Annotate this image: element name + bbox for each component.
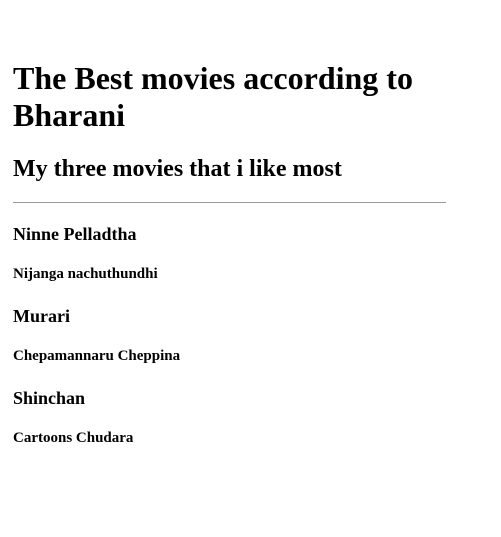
- movie-title: Shinchan: [13, 388, 86, 408]
- movie-title: Ninne Pelladtha: [13, 224, 137, 244]
- movie-comment: Cartoons Chudara: [13, 430, 134, 446]
- page-title: The Best movies according to Bharani: [13, 60, 413, 133]
- divider: [13, 202, 446, 203]
- page-content: The Best movies according to Bharani My …: [0, 0, 501, 537]
- movie-item: Murari Chepamannaru Cheppina: [13, 304, 453, 386]
- movie-list: Ninne Pelladtha Nijanga nachuthundhi Mur…: [13, 222, 453, 468]
- movie-title: Murari: [13, 306, 70, 326]
- page-subtitle: My three movies that i like most: [13, 156, 342, 182]
- movie-comment: Chepamannaru Cheppina: [13, 348, 181, 364]
- movie-item: Shinchan Cartoons Chudara: [13, 386, 453, 468]
- movie-comment: Nijanga nachuthundhi: [13, 266, 158, 282]
- movie-item: Ninne Pelladtha Nijanga nachuthundhi: [13, 222, 453, 304]
